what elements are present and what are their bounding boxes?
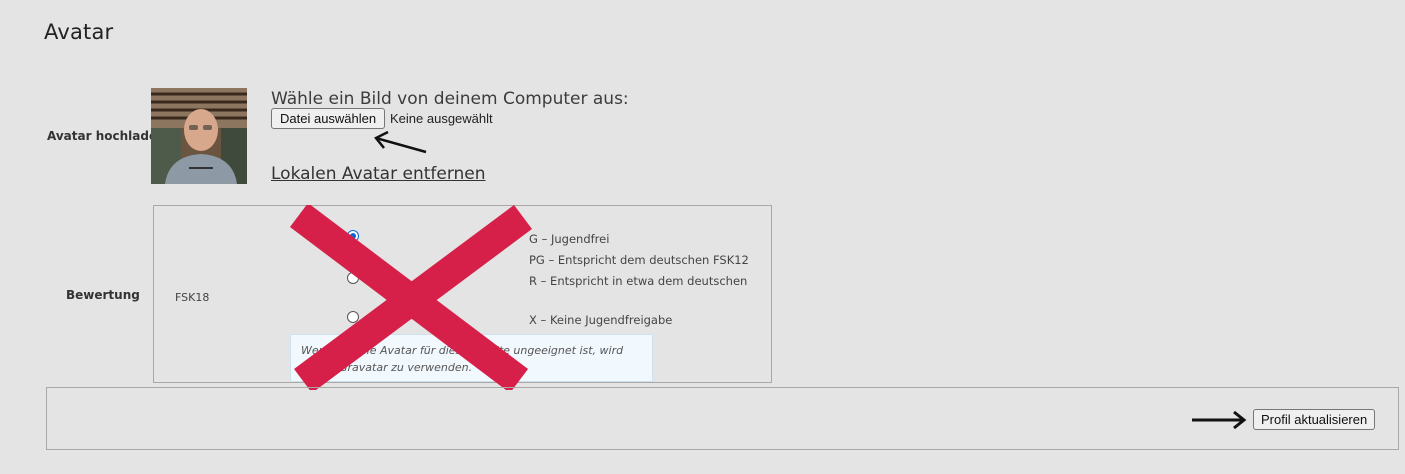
remove-avatar-link[interactable]: Lokalen Avatar entfernen xyxy=(271,164,486,184)
rating-row-label: Bewertung xyxy=(66,288,140,302)
choose-file-button[interactable]: Datei auswählen xyxy=(271,108,386,129)
file-status: Keine ausgewählt xyxy=(390,111,493,126)
avatar-image xyxy=(151,88,247,184)
arrow-right-icon xyxy=(1192,410,1247,430)
page-title: Avatar xyxy=(44,20,114,44)
upload-row-label: Avatar hochladen xyxy=(47,129,166,143)
rating-option-x: X – Keine Jugendfreigabe xyxy=(529,313,673,327)
upload-prompt: Wähle ein Bild von deinem Computer aus: xyxy=(271,89,629,109)
arrow-left-icon xyxy=(374,130,427,154)
rating-option-r: R – Entspricht in etwa dem deutschen xyxy=(529,274,748,288)
rating-option-pg: PG – Entspricht dem deutschen FSK12 xyxy=(529,253,749,267)
cross-mark-icon xyxy=(289,205,532,390)
update-profile-button[interactable]: Profil aktualisieren xyxy=(1253,409,1376,430)
rating-group-label: FSK18 xyxy=(175,291,210,304)
